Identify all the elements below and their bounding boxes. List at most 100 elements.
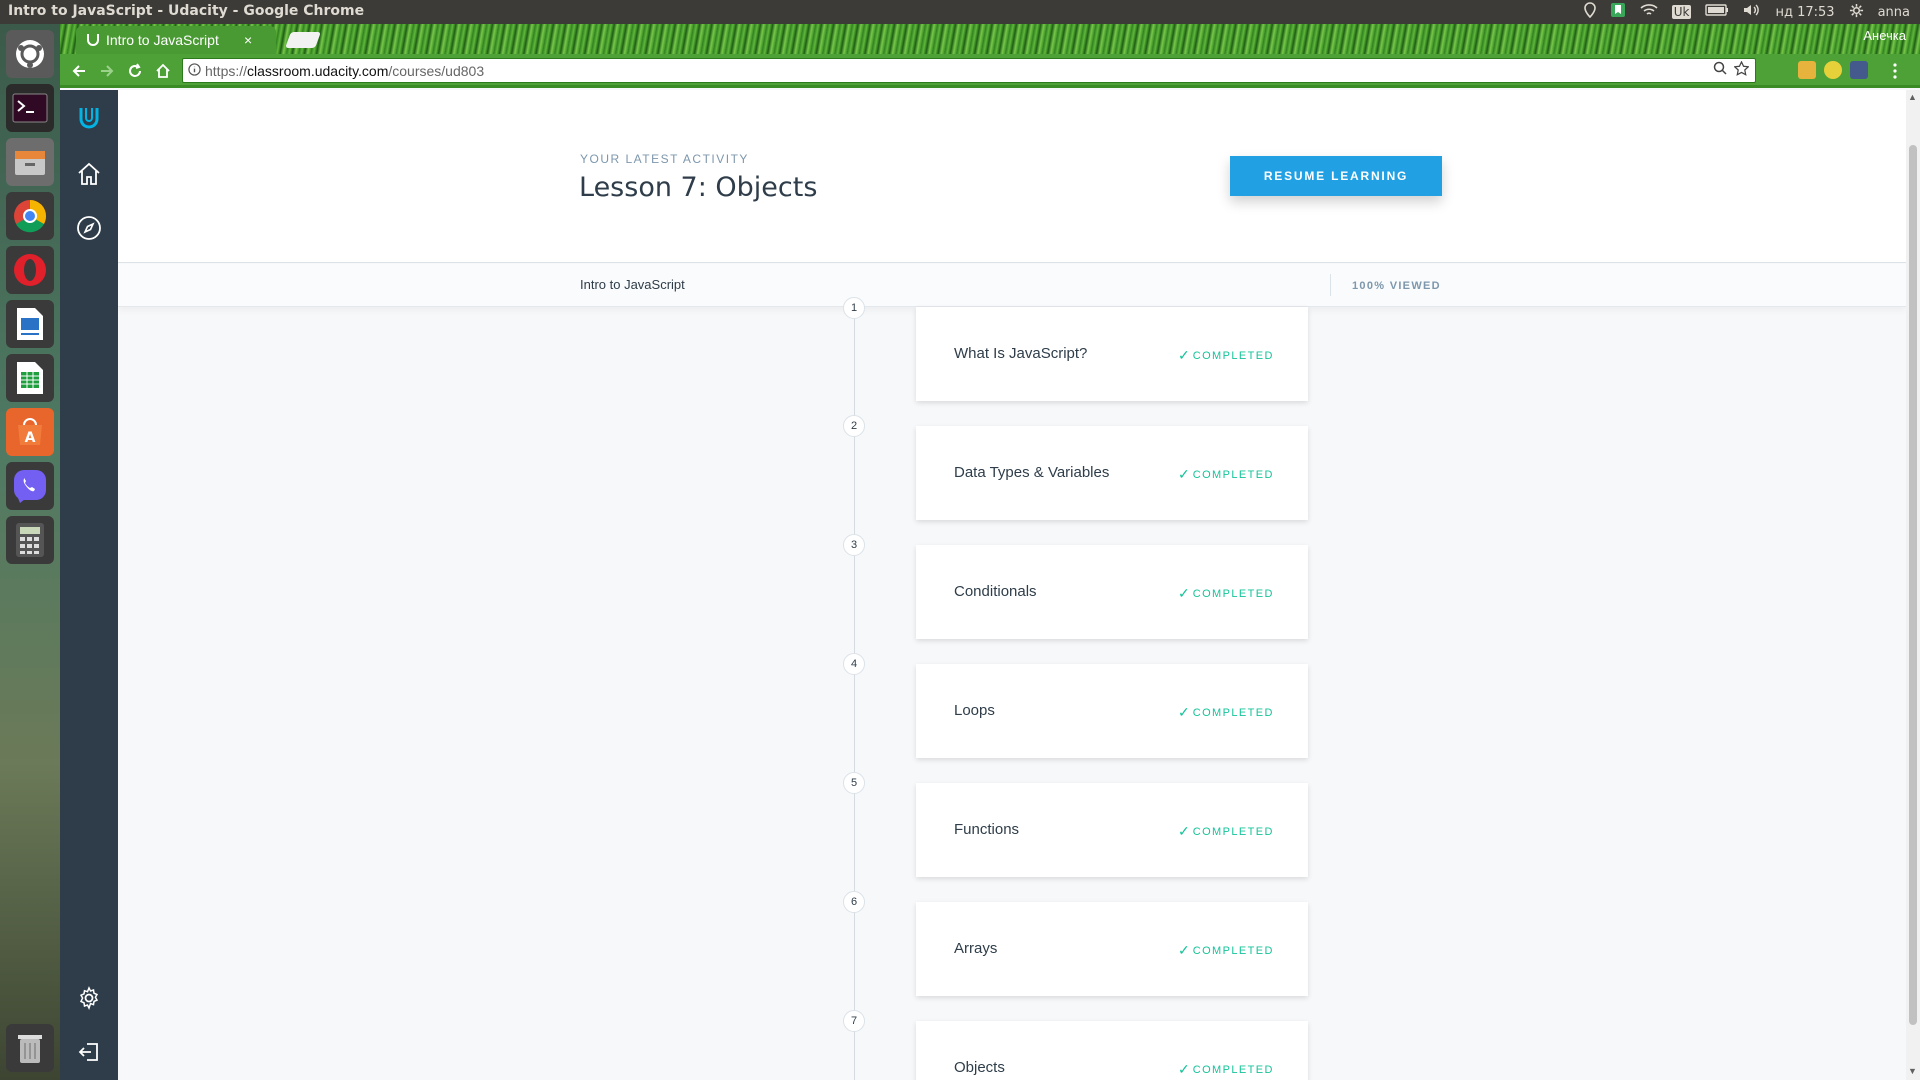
status-label: COMPLETED bbox=[1192, 1063, 1274, 1076]
chrome-menu-button[interactable] bbox=[1882, 58, 1908, 84]
lesson-card[interactable]: Conditionals ✓ COMPLETED bbox=[916, 545, 1308, 639]
main-content: YOUR LATEST ACTIVITY Lesson 7: Objects R… bbox=[118, 90, 1906, 1080]
url-host: classroom.udacity.com bbox=[247, 62, 389, 79]
lesson-name: What Is JavaScript? bbox=[954, 345, 1088, 362]
lesson-number: 4 bbox=[843, 653, 865, 675]
lesson-card[interactable]: What Is JavaScript? ✓ COMPLETED bbox=[916, 307, 1308, 401]
lesson-name: Loops bbox=[954, 702, 995, 719]
checkmark-icon: ✓ bbox=[1178, 466, 1190, 482]
zoom-icon[interactable] bbox=[1713, 61, 1727, 79]
logout-icon[interactable] bbox=[71, 1034, 107, 1070]
bookmark-star-icon[interactable] bbox=[1733, 60, 1750, 80]
software-center-icon[interactable]: A bbox=[6, 408, 54, 456]
new-tab-button[interactable] bbox=[285, 32, 321, 48]
kebab-menu-icon bbox=[1893, 63, 1897, 79]
status-label: COMPLETED bbox=[1192, 944, 1274, 957]
lesson-number: 2 bbox=[843, 415, 865, 437]
home-button[interactable] bbox=[150, 58, 176, 84]
extension-2-icon[interactable] bbox=[1824, 61, 1842, 79]
lesson-status: ✓ COMPLETED bbox=[1178, 1061, 1274, 1078]
lesson-card[interactable]: Loops ✓ COMPLETED bbox=[916, 664, 1308, 758]
checkmark-icon: ✓ bbox=[1178, 1061, 1190, 1077]
activity-label: YOUR LATEST ACTIVITY bbox=[580, 152, 749, 166]
lesson-card[interactable]: Data Types & Variables ✓ COMPLETED bbox=[916, 426, 1308, 520]
lesson-number: 1 bbox=[843, 297, 865, 319]
scroll-thumb[interactable] bbox=[1909, 145, 1917, 1025]
lesson-status: ✓ COMPLETED bbox=[1178, 823, 1274, 840]
battery-icon[interactable] bbox=[1705, 4, 1729, 20]
extension-1-icon[interactable] bbox=[1798, 61, 1816, 79]
extension-3-icon[interactable] bbox=[1850, 61, 1868, 79]
reload-icon bbox=[129, 63, 141, 77]
resume-learning-button[interactable]: RESUME LEARNING bbox=[1230, 156, 1442, 196]
lesson-status: ✓ COMPLETED bbox=[1178, 466, 1274, 483]
window-title: Intro to JavaScript - Udacity - Google C… bbox=[8, 3, 365, 19]
status-label: COMPLETED bbox=[1192, 587, 1274, 600]
forward-button[interactable] bbox=[94, 58, 120, 84]
chrome-icon[interactable] bbox=[6, 192, 54, 240]
files-icon[interactable] bbox=[6, 138, 54, 186]
launcher: A bbox=[0, 24, 60, 1080]
checkmark-icon: ✓ bbox=[1178, 942, 1190, 958]
lesson-status: ✓ COMPLETED bbox=[1178, 585, 1274, 602]
volume-icon[interactable] bbox=[1743, 3, 1761, 21]
tab-title: Intro to JavaScript bbox=[106, 32, 219, 48]
calc-icon[interactable] bbox=[6, 354, 54, 402]
system-tray: Uk нд 17:53 anna bbox=[1583, 0, 1910, 24]
reload-button[interactable] bbox=[122, 58, 148, 84]
user-name[interactable]: anna bbox=[1878, 5, 1910, 20]
url-scheme: https:// bbox=[205, 62, 248, 79]
settings-gear-icon[interactable] bbox=[71, 980, 107, 1016]
status-label: COMPLETED bbox=[1192, 349, 1274, 362]
lesson-number: 5 bbox=[843, 772, 865, 794]
keyboard-layout-indicator[interactable]: Uk bbox=[1671, 5, 1692, 19]
gear-icon[interactable] bbox=[1849, 3, 1864, 22]
lesson-name: Functions bbox=[954, 821, 1020, 838]
checkmark-icon: ✓ bbox=[1178, 704, 1190, 720]
home-icon[interactable] bbox=[71, 156, 107, 192]
viber-icon[interactable] bbox=[6, 462, 54, 510]
page-scrollbar[interactable]: ▲ ▼ bbox=[1906, 90, 1920, 1080]
checkmark-icon: ✓ bbox=[1178, 347, 1190, 363]
lesson-card[interactable]: Functions ✓ COMPLETED bbox=[916, 783, 1308, 877]
udacity-logo-icon[interactable] bbox=[71, 100, 107, 136]
clock[interactable]: нд 17:53 bbox=[1775, 5, 1834, 20]
writer-icon[interactable] bbox=[6, 300, 54, 348]
opera-icon[interactable] bbox=[6, 246, 54, 294]
lesson-name: Arrays bbox=[954, 940, 998, 957]
compass-icon[interactable] bbox=[71, 210, 107, 246]
status-label: COMPLETED bbox=[1192, 706, 1274, 719]
course-subbar: Intro to JavaScript 100% VIEWED bbox=[118, 264, 1906, 307]
location-icon[interactable] bbox=[1583, 2, 1596, 22]
lesson-name: Data Types & Variables bbox=[954, 464, 1110, 481]
lesson-card[interactable]: Objects ✓ COMPLETED bbox=[916, 1021, 1308, 1080]
back-arrow-icon bbox=[72, 65, 85, 77]
lesson-number: 3 bbox=[843, 534, 865, 556]
lesson-card[interactable]: Arrays ✓ COMPLETED bbox=[916, 902, 1308, 996]
scroll-up-icon[interactable]: ▲ bbox=[1908, 92, 1917, 102]
wifi-icon[interactable] bbox=[1640, 3, 1658, 21]
ubuntu-dash-icon[interactable] bbox=[6, 30, 54, 78]
lesson-status: ✓ COMPLETED bbox=[1178, 704, 1274, 721]
profile-name[interactable]: Анечка bbox=[1863, 28, 1906, 43]
lesson-status: ✓ COMPLETED bbox=[1178, 942, 1274, 959]
page-title: Lesson 7: Objects bbox=[579, 172, 818, 203]
calculator-icon[interactable] bbox=[6, 516, 54, 564]
lesson-status: ✓ COMPLETED bbox=[1178, 347, 1274, 364]
status-label: COMPLETED bbox=[1192, 825, 1274, 838]
back-button[interactable] bbox=[66, 58, 92, 84]
status-label: COMPLETED bbox=[1192, 468, 1274, 481]
info-icon[interactable] bbox=[183, 62, 205, 79]
trash-icon[interactable] bbox=[6, 1024, 54, 1072]
tab-close-button[interactable]: × bbox=[244, 32, 252, 48]
bookmark-app-icon[interactable] bbox=[1610, 2, 1626, 22]
udacity-favicon-icon bbox=[86, 32, 100, 49]
scroll-down-icon[interactable]: ▼ bbox=[1908, 1066, 1917, 1076]
address-bar[interactable]: https:// classroom.udacity.com /courses/… bbox=[182, 58, 1756, 83]
divider bbox=[1330, 274, 1331, 296]
lesson-name: Objects bbox=[954, 1059, 1005, 1076]
app-sidebar bbox=[60, 90, 118, 1080]
terminal-icon[interactable] bbox=[6, 84, 54, 132]
browser-tab[interactable]: Intro to JavaScript × bbox=[76, 26, 276, 54]
svg-text:A: A bbox=[25, 430, 36, 446]
